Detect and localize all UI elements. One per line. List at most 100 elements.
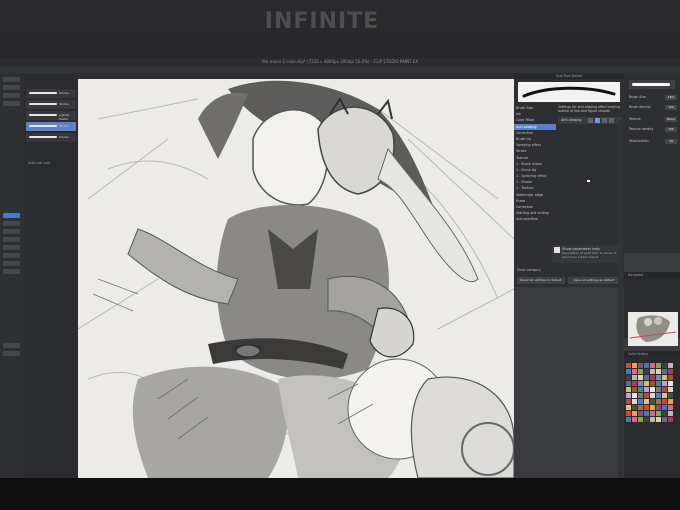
color-swatch[interactable] (662, 375, 667, 380)
navigator-thumbnail[interactable] (628, 312, 678, 346)
color-swatch[interactable] (650, 405, 655, 410)
color-swatch[interactable] (638, 387, 643, 392)
color-swatch[interactable] (632, 417, 637, 422)
color-swatch[interactable] (656, 393, 661, 398)
color-swatch[interactable] (632, 399, 637, 404)
color-swatch[interactable] (638, 399, 643, 404)
color-swatch[interactable] (638, 363, 643, 368)
color-swatch[interactable] (632, 369, 637, 374)
color-swatch[interactable] (632, 387, 637, 392)
aa-weak-option[interactable] (595, 118, 600, 123)
color-swatch[interactable] (650, 369, 655, 374)
color-swatch[interactable] (638, 393, 643, 398)
color-swatch[interactable] (650, 387, 655, 392)
color-swatch[interactable] (662, 369, 667, 374)
color-swatch[interactable] (668, 363, 673, 368)
aa-none-option[interactable] (588, 118, 593, 123)
tool-selection[interactable] (3, 93, 20, 98)
add-subtool-button[interactable]: Add sub tool (28, 161, 50, 165)
color-swatch[interactable] (638, 417, 643, 422)
color-swatch[interactable] (656, 387, 661, 392)
prop-brush-size[interactable]: Brush Size 18.0 (629, 95, 677, 101)
color-swatch[interactable] (650, 375, 655, 380)
color-swatch[interactable] (668, 369, 673, 374)
color-swatch[interactable] (662, 387, 667, 392)
color-swatch[interactable] (650, 363, 655, 368)
color-swatch[interactable] (650, 399, 655, 404)
subtool-item-selected[interactable]: Stroke (26, 122, 76, 131)
color-swatch[interactable] (668, 375, 673, 380)
prop-brush-density[interactable]: Brush density 100 (629, 105, 677, 111)
color-swatch[interactable] (644, 369, 649, 374)
color-swatch[interactable] (656, 369, 661, 374)
color-swatch[interactable] (632, 375, 637, 380)
color-swatch[interactable] (638, 369, 643, 374)
color-swatch[interactable] (626, 363, 631, 368)
reset-defaults-button[interactable]: Reset all settings to default (517, 277, 565, 284)
drawing-canvas[interactable] (78, 79, 514, 478)
tool-extra-2[interactable] (3, 351, 20, 356)
prop-texture-density[interactable]: Texture density 100 (629, 127, 677, 133)
color-swatch[interactable] (656, 417, 661, 422)
tool-figure[interactable] (3, 261, 20, 266)
color-swatch[interactable] (668, 393, 673, 398)
color-swatch[interactable] (626, 405, 631, 410)
prop-value[interactable]: 10 (665, 139, 677, 144)
subtool-item[interactable]: Stroke (26, 100, 76, 109)
prop-value[interactable]: 18.0 (665, 95, 677, 100)
tool-brush[interactable] (3, 213, 20, 218)
color-swatch[interactable] (656, 405, 661, 410)
color-swatch[interactable] (644, 363, 649, 368)
color-swatch[interactable] (662, 411, 667, 416)
prop-texture[interactable]: Texture None (629, 117, 677, 123)
color-swatch[interactable] (626, 417, 631, 422)
subtool-item[interactable]: Stroke (26, 133, 76, 142)
color-swatch[interactable] (656, 411, 661, 416)
color-swatch[interactable] (638, 375, 643, 380)
prop-stabilization[interactable]: Stabilization 10 (629, 139, 677, 145)
show-category-checkbox[interactable]: Show category (517, 268, 541, 272)
color-swatch[interactable] (656, 399, 661, 404)
subtool-item[interactable]: Stroke (26, 89, 76, 98)
color-swatch[interactable] (668, 405, 673, 410)
tool-pencil[interactable] (3, 229, 20, 234)
color-swatch[interactable] (626, 411, 631, 416)
category-item[interactable]: Anti-overflow (514, 216, 556, 222)
color-swatch[interactable] (644, 411, 649, 416)
color-swatch[interactable] (662, 399, 667, 404)
color-swatch[interactable] (632, 393, 637, 398)
color-swatch[interactable] (644, 375, 649, 380)
color-swatch[interactable] (632, 363, 637, 368)
color-swatch[interactable] (644, 405, 649, 410)
color-swatch[interactable] (662, 381, 667, 386)
color-swatch[interactable] (626, 375, 631, 380)
tool-move[interactable] (3, 85, 20, 90)
prop-value[interactable]: None (665, 117, 677, 122)
color-swatch[interactable] (638, 405, 643, 410)
tool-eraser[interactable] (3, 237, 20, 242)
save-defaults-button[interactable]: Save all settings as default (568, 277, 620, 284)
prop-value[interactable]: 100 (665, 127, 677, 132)
color-swatch[interactable] (638, 411, 643, 416)
color-swatch[interactable] (650, 381, 655, 386)
color-swatch[interactable] (626, 381, 631, 386)
color-swatch[interactable] (644, 417, 649, 422)
color-swatch[interactable] (626, 393, 631, 398)
color-swatch[interactable] (626, 399, 631, 404)
color-swatch[interactable] (656, 363, 661, 368)
color-swatch[interactable] (668, 417, 673, 422)
color-swatch[interactable] (632, 405, 637, 410)
tool-text[interactable] (3, 269, 20, 274)
tool-fill[interactable] (3, 245, 20, 250)
color-swatch[interactable] (650, 417, 655, 422)
panel-scrollbar[interactable] (618, 120, 623, 478)
color-swatch[interactable] (668, 411, 673, 416)
color-swatch[interactable] (656, 375, 661, 380)
tool-zoom[interactable] (3, 77, 20, 82)
color-swatch[interactable] (668, 399, 673, 404)
color-swatch[interactable] (644, 381, 649, 386)
tool-gradient[interactable] (3, 253, 20, 258)
tool-eyedropper[interactable] (3, 101, 20, 106)
color-swatch[interactable] (650, 411, 655, 416)
color-swatch[interactable] (626, 369, 631, 374)
